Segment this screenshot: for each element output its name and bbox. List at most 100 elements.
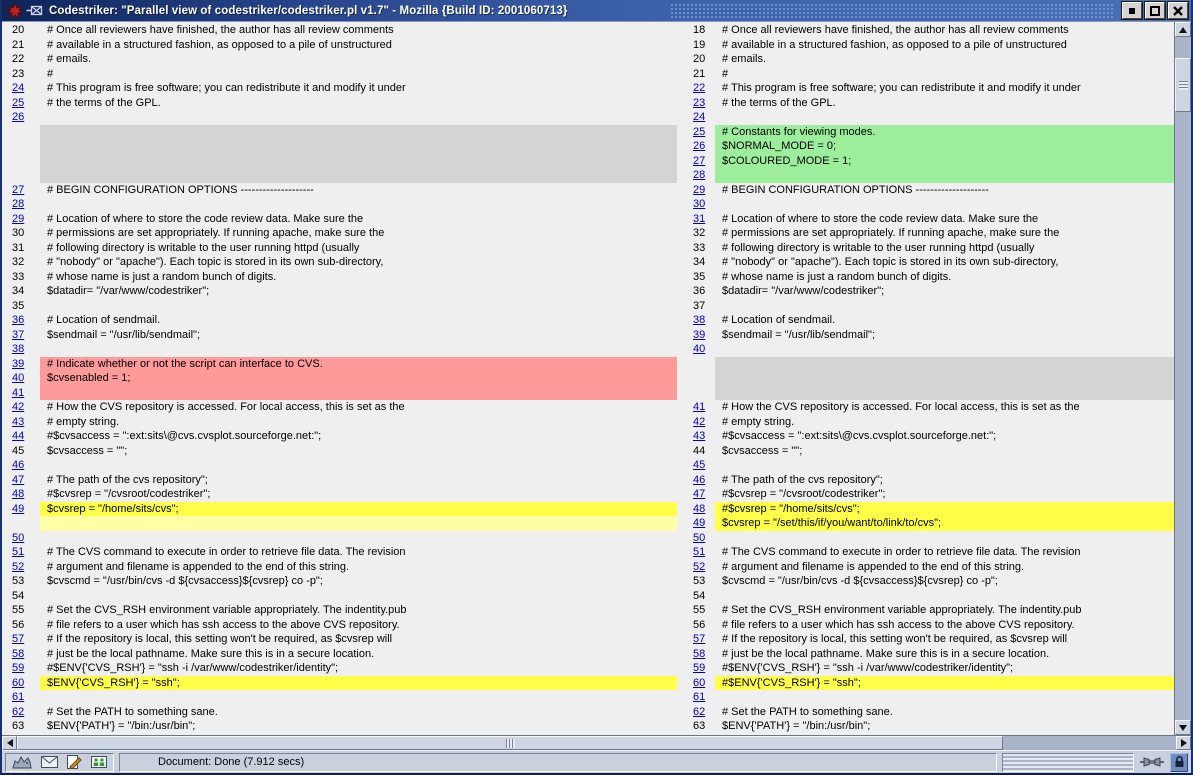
- right-line-number-link[interactable]: 26: [693, 140, 705, 152]
- left-line-number-link[interactable]: 26: [12, 111, 24, 123]
- right-line-number-link[interactable]: 24: [693, 111, 705, 123]
- right-code-line: # Set the PATH to something sane.: [715, 705, 1174, 720]
- right-line-number-link[interactable]: 25: [693, 126, 705, 138]
- diff-row: 56# file refers to a user which has ssh …: [2, 618, 1174, 633]
- left-line-number-link[interactable]: 42: [12, 401, 24, 413]
- vertical-scroll-track[interactable]: [1175, 37, 1191, 720]
- left-line-number-link[interactable]: 59: [12, 662, 24, 674]
- scroll-down-button[interactable]: [1175, 720, 1191, 735]
- left-line-number: 28: [2, 197, 40, 212]
- column-gap: [677, 125, 690, 140]
- left-line-number-link[interactable]: 40: [12, 372, 24, 384]
- right-line-number-link[interactable]: 62: [693, 706, 705, 718]
- diff-row: 27$COLOURED_MODE = 1;: [2, 154, 1174, 169]
- left-line-number-link[interactable]: 28: [12, 198, 24, 210]
- left-line-number-link[interactable]: 48: [12, 488, 24, 500]
- left-line-number-link[interactable]: 51: [12, 546, 24, 558]
- left-line-number: 26: [2, 110, 40, 125]
- right-line-number-link[interactable]: 27: [693, 155, 705, 167]
- right-line-number-link[interactable]: 30: [693, 198, 705, 210]
- left-line-number-link[interactable]: 41: [12, 387, 24, 399]
- horizontal-scroll-track[interactable]: [1003, 736, 1176, 750]
- component-bar: [5, 753, 114, 772]
- column-gap: [677, 705, 690, 720]
- right-line-number-link[interactable]: 49: [693, 517, 705, 529]
- horizontal-scrollbar[interactable]: [2, 735, 1191, 750]
- addressbook-icon[interactable]: [91, 756, 107, 768]
- minimize-button[interactable]: [1122, 2, 1142, 19]
- right-line-number-link[interactable]: 47: [693, 488, 705, 500]
- right-line-number-link[interactable]: 41: [693, 401, 705, 413]
- left-line-number-link[interactable]: 29: [12, 213, 24, 225]
- left-line-number-link[interactable]: 36: [12, 314, 24, 326]
- pin-icon[interactable]: [26, 5, 43, 16]
- left-line-number-link[interactable]: 25: [12, 97, 24, 109]
- right-line-number-link[interactable]: 60: [693, 677, 705, 689]
- security-button[interactable]: [1170, 753, 1188, 772]
- right-line-number-link[interactable]: 45: [693, 459, 705, 471]
- left-line-number: 41: [2, 386, 40, 401]
- right-line-number-link[interactable]: 31: [693, 213, 705, 225]
- right-line-number-link[interactable]: 38: [693, 314, 705, 326]
- right-line-number-link[interactable]: 22: [693, 82, 705, 94]
- left-line-number-link[interactable]: 24: [12, 82, 24, 94]
- scroll-up-button[interactable]: [1175, 22, 1191, 37]
- right-line-number-link[interactable]: 39: [693, 329, 705, 341]
- left-line-number-link[interactable]: 39: [12, 358, 24, 370]
- diff-row: 52# argument and filename is appended to…: [2, 560, 1174, 575]
- right-line-number-link[interactable]: 51: [693, 546, 705, 558]
- diff-row: 26$NORMAL_MODE = 0;: [2, 139, 1174, 154]
- left-code-line: # available in a structured fashion, as …: [40, 38, 677, 53]
- close-button[interactable]: [1168, 2, 1188, 19]
- right-line-number-link[interactable]: 42: [693, 416, 705, 428]
- right-line-number-link[interactable]: 28: [693, 169, 705, 181]
- left-line-number-link[interactable]: 60: [12, 677, 24, 689]
- right-line-number-link[interactable]: 52: [693, 561, 705, 573]
- right-line-number-link[interactable]: 58: [693, 648, 705, 660]
- left-line-number-link[interactable]: 49: [12, 503, 24, 515]
- right-line-number: 44: [690, 444, 715, 459]
- horizontal-scroll-thumb[interactable]: [17, 736, 1003, 750]
- vertical-scroll-thumb[interactable]: [1175, 58, 1191, 112]
- title-bar[interactable]: Codestriker: "Parallel view of codestrik…: [2, 0, 1191, 22]
- composer-icon[interactable]: [67, 755, 82, 769]
- left-line-number-link[interactable]: 62: [12, 706, 24, 718]
- right-line-number: 55: [690, 603, 715, 618]
- left-line-number-link[interactable]: 52: [12, 561, 24, 573]
- column-gap: [677, 560, 690, 575]
- left-line-number-link[interactable]: 43: [12, 416, 24, 428]
- left-line-number-link[interactable]: 46: [12, 459, 24, 471]
- right-line-number-link[interactable]: 43: [693, 430, 705, 442]
- left-line-number-link[interactable]: 37: [12, 329, 24, 341]
- right-line-number: 39: [690, 328, 715, 343]
- column-gap: [677, 487, 690, 502]
- right-line-number-link[interactable]: 40: [693, 343, 705, 355]
- left-line-number-link[interactable]: 38: [12, 343, 24, 355]
- right-line-number-link[interactable]: 29: [693, 184, 705, 196]
- vertical-scrollbar[interactable]: [1174, 22, 1191, 735]
- mozilla-navigator-icon[interactable]: [12, 755, 32, 769]
- right-line-number-link[interactable]: 50: [693, 532, 705, 544]
- right-line-number-link[interactable]: 57: [693, 633, 705, 645]
- right-line-number-link[interactable]: 48: [693, 503, 705, 515]
- left-line-number: 30: [2, 226, 40, 241]
- right-code-line: [715, 386, 1174, 401]
- left-line-number-link[interactable]: 50: [12, 532, 24, 544]
- left-line-number-link[interactable]: 47: [12, 474, 24, 486]
- left-line-number-link[interactable]: 61: [12, 691, 24, 703]
- left-line-number-link[interactable]: 27: [12, 184, 24, 196]
- mail-icon[interactable]: [41, 756, 58, 768]
- left-line-number-link[interactable]: 57: [12, 633, 24, 645]
- left-line-number-link[interactable]: 44: [12, 430, 24, 442]
- right-line-number-link[interactable]: 23: [693, 97, 705, 109]
- right-line-number-link[interactable]: 46: [693, 474, 705, 486]
- column-gap: [677, 676, 690, 691]
- right-line-number: 51: [690, 545, 715, 560]
- right-line-number-link[interactable]: 61: [693, 691, 705, 703]
- scroll-right-button[interactable]: [1176, 736, 1191, 750]
- scroll-left-button[interactable]: [2, 736, 17, 750]
- left-line-number-link[interactable]: 58: [12, 648, 24, 660]
- right-line-number-link[interactable]: 59: [693, 662, 705, 674]
- maximize-button[interactable]: [1145, 2, 1165, 19]
- offline-indicator[interactable]: [1139, 753, 1165, 772]
